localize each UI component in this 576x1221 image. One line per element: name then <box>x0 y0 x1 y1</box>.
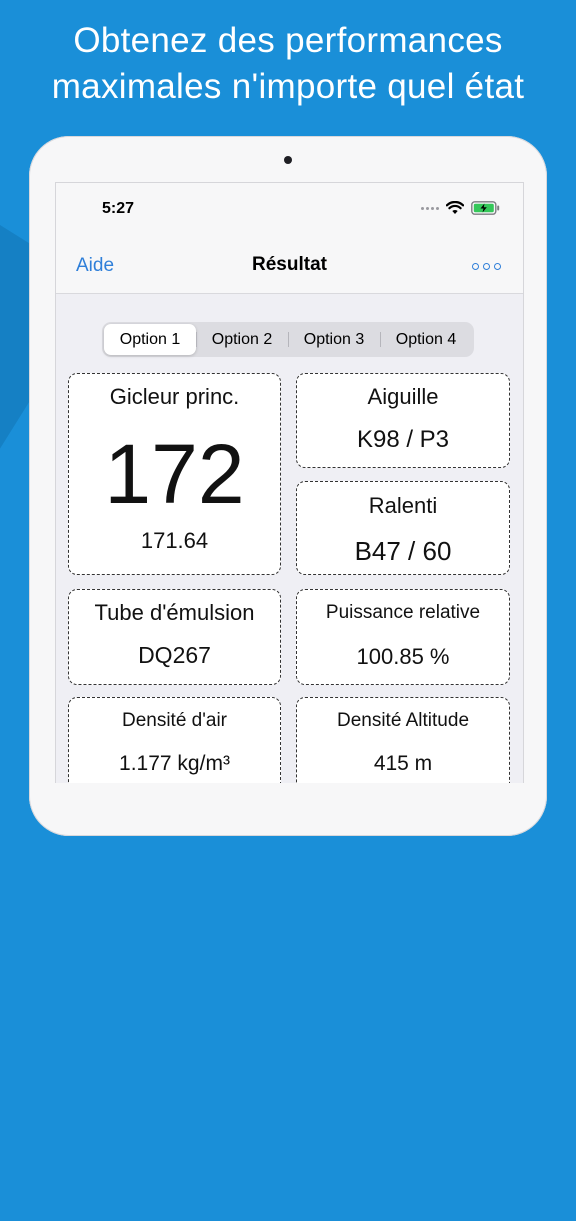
segment-option-4[interactable]: Option 4 <box>380 324 472 355</box>
emulsion-tube-label: Tube d'émulsion <box>94 600 255 625</box>
wifi-icon <box>446 201 464 214</box>
option-segmented-control: Option 1 Option 2 Option 3 Option 4 <box>102 322 474 357</box>
headline-line-2: maximales n'importe quel état <box>51 67 525 106</box>
navigation-bar: Aide Résultat <box>56 233 523 294</box>
main-jet-card: Gicleur princ. 172 171.64 <box>68 373 281 575</box>
density-altitude-card: Densité Altitude 415 m <box>296 697 510 783</box>
status-icons <box>421 201 501 215</box>
headline-line-1: Obtenez des performances <box>73 21 503 60</box>
idle-value: B47 / 60 <box>354 536 452 566</box>
emulsion-tube-value: DQ267 <box>138 642 211 668</box>
air-density-card: Densité d'air 1.177 kg/m³ <box>68 697 281 783</box>
needle-label: Aiguille <box>367 384 439 409</box>
status-bar: 5:27 <box>56 183 523 233</box>
main-jet-value: 172 <box>104 427 245 521</box>
ellipsis-icon[interactable] <box>472 263 501 270</box>
density-altitude-value: 415 m <box>373 752 433 775</box>
segment-option-2[interactable]: Option 2 <box>196 324 288 355</box>
idle-card: Ralenti B47 / 60 <box>296 481 510 575</box>
segment-option-1[interactable]: Option 1 <box>104 324 196 355</box>
needle-card: Aiguille K98 / P3 <box>296 373 510 468</box>
air-density-label: Densité d'air <box>121 710 227 731</box>
relative-power-value: 100.85 % <box>356 644 450 669</box>
promo-headline: Obtenez des performances maximales n'imp… <box>0 18 576 110</box>
segment-option-3[interactable]: Option 3 <box>288 324 380 355</box>
relative-power-card: Puissance relative 100.85 % <box>296 589 510 685</box>
density-altitude-label: Densité Altitude <box>336 710 470 731</box>
app-screen: 5:27 Aide Résultat Option 1 Option 2 Opt… <box>55 182 524 783</box>
page-title: Résultat <box>252 254 327 275</box>
relative-power-label: Puissance relative <box>325 602 481 623</box>
needle-value: K98 / P3 <box>356 426 450 453</box>
battery-charging-icon <box>471 201 500 215</box>
air-density-value: 1.177 kg/m³ <box>119 752 230 775</box>
idle-label: Ralenti <box>368 493 438 518</box>
emulsion-tube-card: Tube d'émulsion DQ267 <box>68 589 281 685</box>
main-jet-precise-value: 171.64 <box>140 528 209 553</box>
cellular-dots-icon <box>421 206 439 210</box>
front-camera <box>284 156 292 164</box>
status-time: 5:27 <box>102 200 135 217</box>
main-jet-label: Gicleur princ. <box>109 384 240 409</box>
